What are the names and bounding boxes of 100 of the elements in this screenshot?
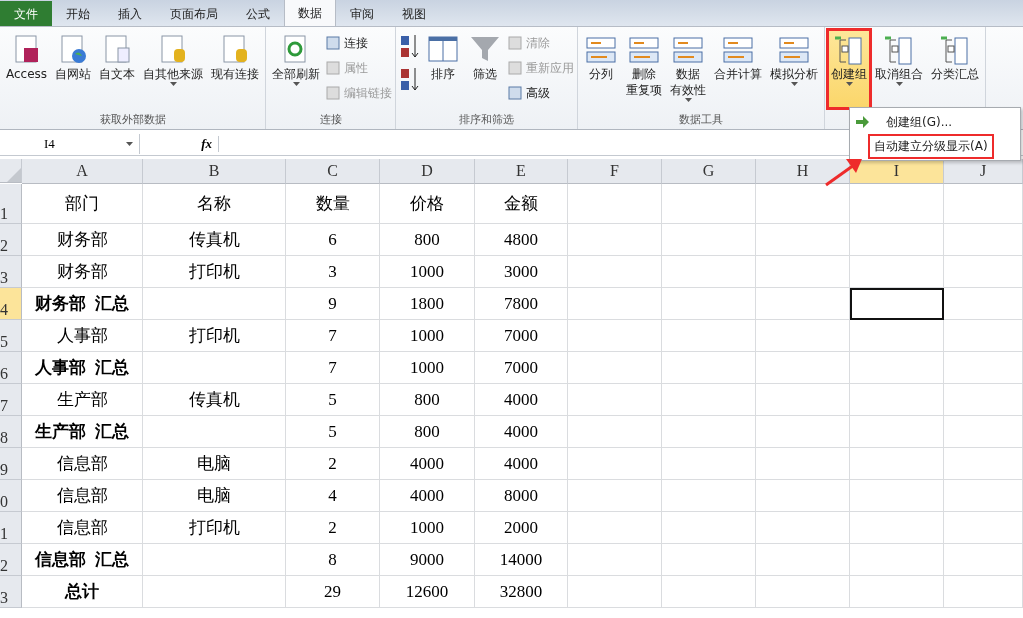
table-cell: 800	[380, 384, 475, 416]
dropdown-caret-icon	[895, 82, 903, 86]
ribbon-button[interactable]: 合并计算	[711, 30, 766, 108]
table-cell: 电脑	[143, 448, 286, 480]
row-header[interactable]: 2	[0, 544, 22, 576]
table-cell: 财务部 汇总	[22, 288, 143, 320]
ribbon-button[interactable]: 筛选	[465, 30, 506, 108]
table-cell: 800	[380, 224, 475, 256]
table-cell: 1000	[380, 512, 475, 544]
column-header[interactable]: F	[568, 159, 662, 184]
table-cell: 人事部 汇总	[22, 352, 143, 384]
row-header[interactable]: 1	[0, 184, 22, 224]
ribbon-button[interactable]: 排序	[423, 30, 464, 108]
ribbon-tab[interactable]: 审阅	[336, 1, 388, 26]
table-cell: 800	[380, 416, 475, 448]
table-cell: 3	[286, 256, 380, 288]
ribbon-button[interactable]: 模拟分析	[767, 30, 822, 108]
ribbon-button[interactable]: 创建组	[828, 30, 871, 108]
row-header[interactable]: 5	[0, 320, 22, 352]
column-header[interactable]: J	[944, 159, 1023, 184]
table-cell: 32800	[475, 576, 568, 608]
ribbon-small-button[interactable]: 连接	[325, 32, 393, 54]
table-cell: 2000	[475, 512, 568, 544]
ribbon-tab[interactable]: 页面布局	[156, 1, 232, 26]
column-header[interactable]: B	[143, 159, 286, 184]
table-cell: 人事部	[22, 320, 143, 352]
ribbon-tab[interactable]: 文件	[0, 1, 52, 26]
arrow-annotation	[824, 157, 864, 187]
dropdown-caret-icon	[845, 82, 853, 86]
table-cell: 9000	[380, 544, 475, 576]
row-header[interactable]: 2	[0, 224, 22, 256]
selected-cell[interactable]	[850, 288, 944, 320]
ribbon-button[interactable]: 分列	[581, 30, 622, 108]
table-cell: 4000	[475, 416, 568, 448]
table-cell: 部门	[22, 184, 143, 224]
ribbon-small-button[interactable]: 高级	[507, 82, 575, 104]
command-icon	[507, 35, 524, 51]
table-cell: 1000	[380, 352, 475, 384]
column-header[interactable]: E	[475, 159, 568, 184]
ribbon-button[interactable]: 自其他来源	[140, 30, 207, 108]
row-header[interactable]: 3	[0, 256, 22, 288]
column-header[interactable]: D	[380, 159, 475, 184]
table-cell: 4000	[380, 448, 475, 480]
ribbon-tab[interactable]: 插入	[104, 1, 156, 26]
ribbon-tab[interactable]: 公式	[232, 1, 284, 26]
command-icon	[325, 85, 342, 101]
ribbon-tab[interactable]: 开始	[52, 1, 104, 26]
group-label: 连接	[318, 112, 343, 128]
ribbon-button[interactable]: 自文本	[96, 30, 139, 108]
table-cell: 打印机	[143, 320, 286, 352]
column-header[interactable]: C	[286, 159, 380, 184]
ribbon-button[interactable]: 分类汇总	[928, 30, 983, 108]
table-cell: 8000	[475, 480, 568, 512]
table-cell: 5	[286, 416, 380, 448]
row-header[interactable]: 1	[0, 512, 22, 544]
ribbon-button[interactable]: 取消组合	[872, 30, 927, 108]
table-cell: 价格	[380, 184, 475, 224]
column-header[interactable]: G	[662, 159, 756, 184]
row-header[interactable]: 6	[0, 352, 22, 384]
table-cell: 1000	[380, 320, 475, 352]
ribbon-button[interactable]: 数据 有效性	[667, 30, 710, 108]
group-label: 排序和筛选	[458, 112, 516, 128]
table-cell: 7	[286, 320, 380, 352]
table-cell: 4800	[475, 224, 568, 256]
table-cell: 29	[286, 576, 380, 608]
table-cell: 传真机	[143, 224, 286, 256]
table-cell: 信息部	[22, 448, 143, 480]
row-header[interactable]: 4	[0, 288, 22, 320]
ribbon-button[interactable]: 全部刷新	[269, 30, 324, 108]
row-header[interactable]: 9	[0, 448, 22, 480]
name-box[interactable]: I4	[0, 134, 140, 154]
column-header[interactable]: H	[756, 159, 850, 184]
menu-item[interactable]: 创建组(G)...	[850, 110, 1020, 134]
row-header[interactable]: 7	[0, 384, 22, 416]
table-cell: 4	[286, 480, 380, 512]
ribbon-button[interactable]: Access	[3, 30, 51, 108]
table-cell: 7000	[475, 320, 568, 352]
table-cell: 信息部	[22, 512, 143, 544]
dropdown-caret-icon	[169, 82, 177, 86]
ribbon-button[interactable]: 自网站	[52, 30, 95, 108]
command-icon	[325, 60, 342, 76]
table-cell: 2	[286, 448, 380, 480]
table-cell: 财务部	[22, 224, 143, 256]
table-cell: 打印机	[143, 256, 286, 288]
ribbon-button[interactable]: 现有连接	[208, 30, 263, 108]
ribbon-tab[interactable]: 视图	[388, 1, 440, 26]
insert-function-button[interactable]: fx	[140, 136, 219, 152]
table-cell: 7800	[475, 288, 568, 320]
ribbon-tab[interactable]: 数据	[284, 0, 336, 26]
row-header[interactable]: 8	[0, 416, 22, 448]
row-header[interactable]: 0	[0, 480, 22, 512]
table-cell: 1800	[380, 288, 475, 320]
table-cell: 生产部 汇总	[22, 416, 143, 448]
row-header[interactable]: 3	[0, 576, 22, 608]
menu-item[interactable]: 自动建立分级显示(A)	[850, 134, 1020, 158]
ribbon-button[interactable]: 删除 重复项	[623, 30, 666, 108]
column-header[interactable]: A	[22, 159, 143, 184]
dropdown-caret-icon	[684, 98, 692, 102]
table-cell: 信息部	[22, 480, 143, 512]
table-cell: 4000	[380, 480, 475, 512]
